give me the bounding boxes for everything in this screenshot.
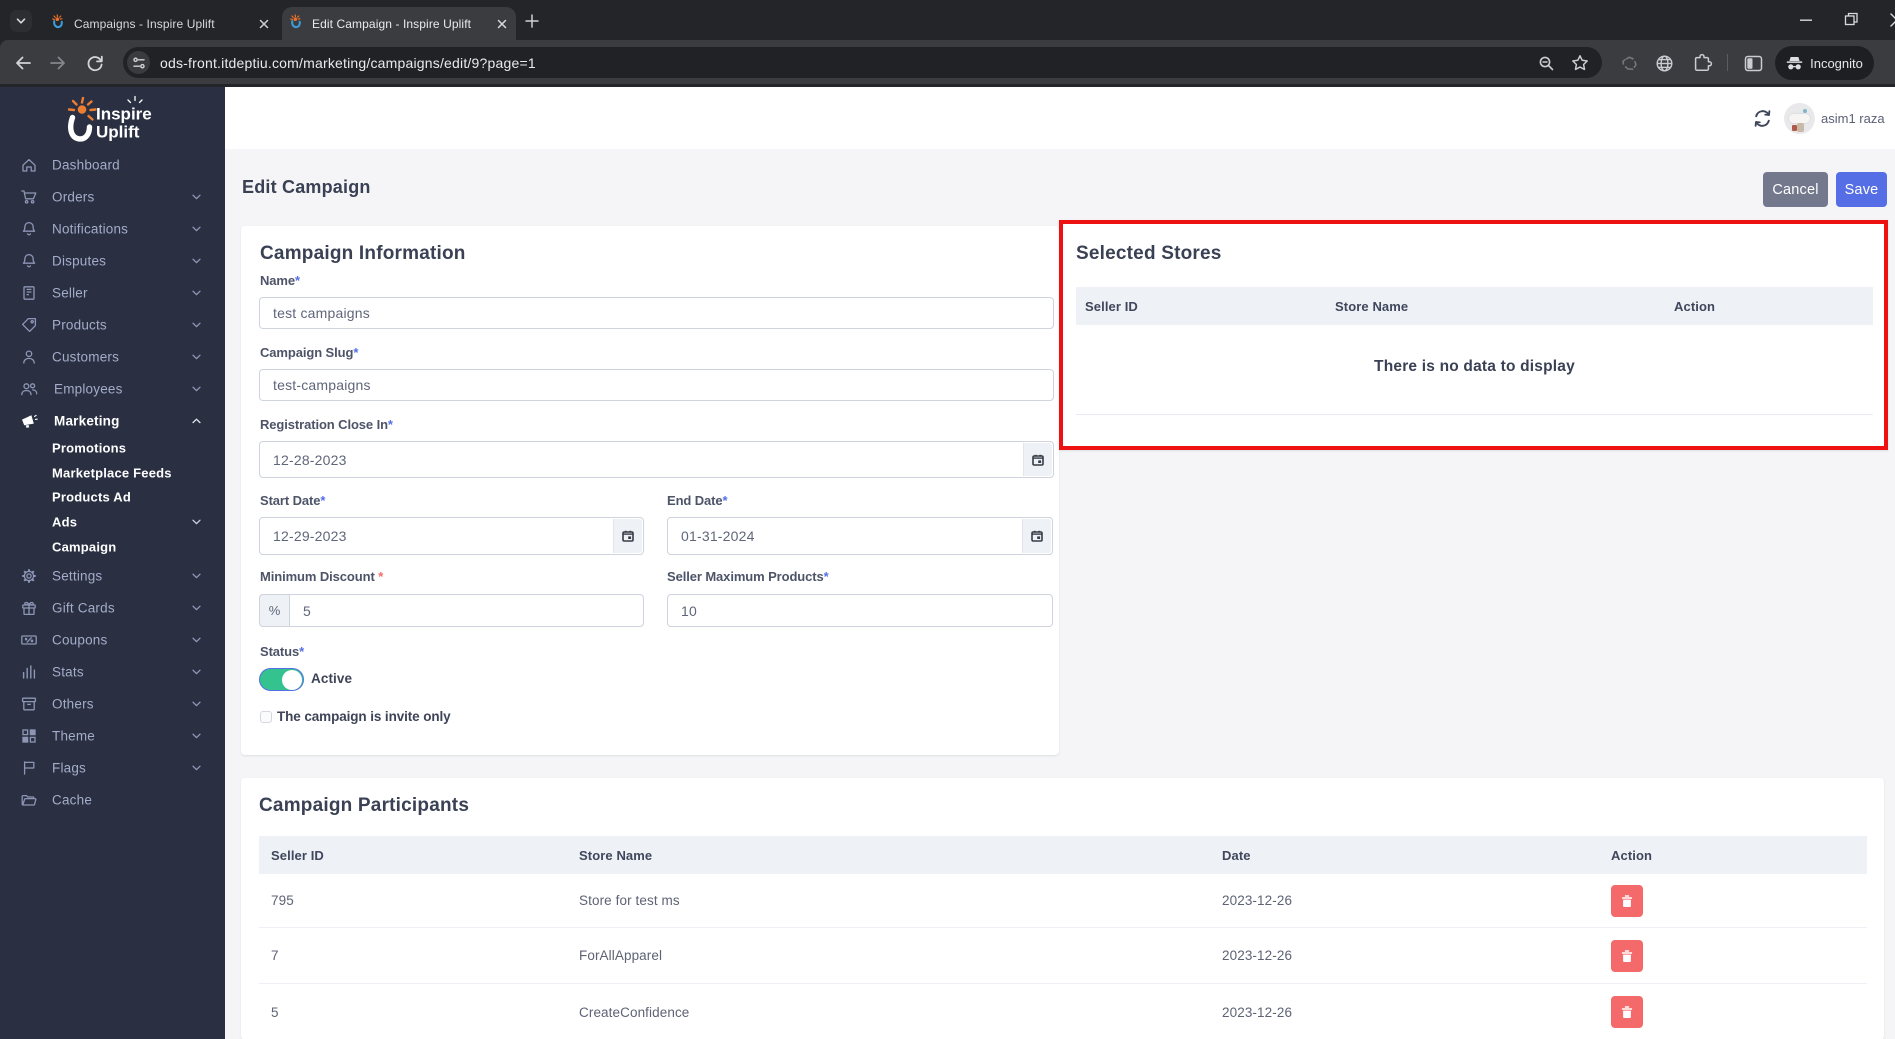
svg-text:Inspire: Inspire <box>96 105 152 124</box>
svg-text:Uplift: Uplift <box>96 123 140 142</box>
